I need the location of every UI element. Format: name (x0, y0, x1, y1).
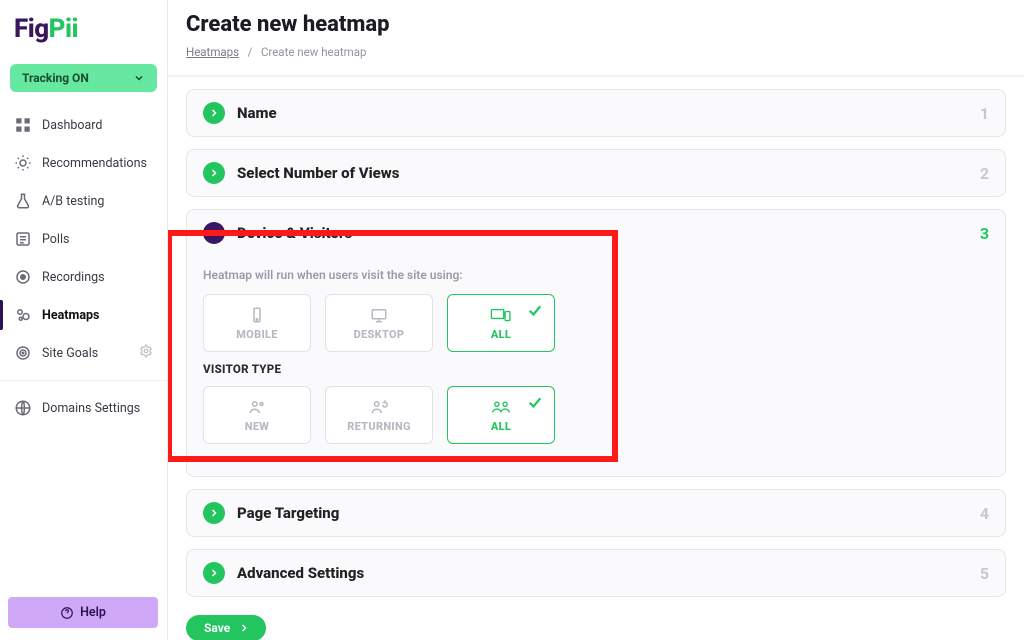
step-num: 2 (980, 164, 989, 183)
step-name[interactable]: Name 1 (186, 89, 1006, 137)
devices-icon (490, 306, 512, 324)
nav-recordings[interactable]: Recordings (0, 258, 167, 296)
device-mobile[interactable]: MOBILE (203, 294, 311, 352)
help-label: Help (80, 605, 106, 620)
check-icon (524, 301, 546, 322)
globe-icon (14, 399, 32, 417)
nav-label: Dashboard (42, 118, 102, 133)
nav-label: A/B testing (42, 194, 104, 209)
step-title: Page Targeting (237, 504, 339, 522)
chevron-right-icon (208, 507, 220, 519)
nav-site-goals[interactable]: Site Goals (0, 334, 167, 372)
chevron-down-icon (133, 72, 145, 84)
list-icon (14, 230, 32, 248)
step-views[interactable]: Select Number of Views 2 (186, 149, 1006, 197)
step-badge-complete (203, 162, 225, 184)
visitor-row: NEW RETURNING ALL (203, 386, 989, 444)
nav-ab-testing[interactable]: A/B testing (0, 182, 167, 220)
device-desktop[interactable]: DESKTOP (325, 294, 433, 352)
visitor-new[interactable]: NEW (203, 386, 311, 444)
header-divider (168, 75, 1024, 77)
nav-list: Dashboard Recommendations A/B testing Po… (0, 106, 167, 372)
nav-domains[interactable]: Domains Settings (0, 389, 167, 427)
tile-label: ALL (491, 420, 511, 433)
desktop-icon (368, 306, 390, 324)
nav-polls[interactable]: Polls (0, 220, 167, 258)
save-button[interactable]: Save (186, 615, 266, 640)
help-button[interactable]: Help (8, 597, 158, 628)
step-badge-complete (203, 102, 225, 124)
tile-label: NEW (245, 420, 269, 433)
step-num: 1 (980, 104, 989, 123)
breadcrumb-sep: / (248, 45, 253, 59)
device-hint: Heatmap will run when users visit the si… (203, 268, 989, 282)
breadcrumb: Heatmaps / Create new heatmap (186, 45, 1006, 59)
nav-heatmaps[interactable]: Heatmaps (0, 296, 167, 334)
user-new-icon (246, 398, 268, 416)
check-icon (524, 393, 546, 414)
step-badge-active (203, 222, 225, 244)
nav-label: Domains Settings (42, 401, 140, 416)
tile-label: DESKTOP (354, 328, 405, 341)
step-header[interactable]: Device & Visitors 3 (187, 210, 1005, 256)
tracking-label: Tracking ON (22, 71, 89, 85)
step-advanced[interactable]: Advanced Settings 5 (186, 549, 1006, 597)
users-icon (490, 398, 512, 416)
user-returning-icon (368, 398, 390, 416)
nav-recommendations[interactable]: Recommendations (0, 144, 167, 182)
step-device-visitors: Device & Visitors 3 Heatmap will run whe… (186, 209, 1006, 477)
step-title: Name (237, 104, 277, 122)
step-page-targeting[interactable]: Page Targeting 4 (186, 489, 1006, 537)
step-title: Advanced Settings (237, 564, 364, 582)
device-row: MOBILE DESKTOP ALL (203, 294, 989, 352)
nav-label: Recommendations (42, 156, 147, 171)
target-icon (14, 344, 32, 362)
tracking-toggle[interactable]: Tracking ON (10, 64, 157, 92)
step-body: Heatmap will run when users visit the si… (187, 256, 1005, 476)
nav-divider (0, 380, 167, 381)
nav-label: Heatmaps (42, 308, 99, 323)
page-title: Create new heatmap (186, 12, 1006, 37)
step-title: Select Number of Views (237, 164, 399, 182)
step-num: 3 (980, 224, 989, 243)
breadcrumb-current: Create new heatmap (261, 45, 367, 59)
step-badge-complete (203, 502, 225, 524)
main: Create new heatmap Heatmaps / Create new… (168, 0, 1024, 640)
nav-dashboard[interactable]: Dashboard (0, 106, 167, 144)
record-icon (14, 268, 32, 286)
dashboard-icon (14, 116, 32, 134)
chevron-down-icon (208, 227, 220, 239)
nav-label: Recordings (42, 270, 105, 285)
save-label: Save (204, 621, 230, 635)
flask-icon (14, 192, 32, 210)
visitor-all[interactable]: ALL (447, 386, 555, 444)
step-num: 5 (980, 564, 989, 583)
mobile-icon (246, 306, 268, 324)
help-icon (60, 606, 74, 620)
bulb-icon (14, 154, 32, 172)
nav-label: Site Goals (42, 346, 98, 361)
visitor-type-label: VISITOR TYPE (203, 362, 989, 376)
logo: FigPii (0, 14, 167, 58)
tile-label: RETURNING (347, 420, 411, 433)
step-badge-complete (203, 562, 225, 584)
visitor-returning[interactable]: RETURNING (325, 386, 433, 444)
nav-secondary: Domains Settings (0, 389, 167, 427)
chevron-right-icon (208, 107, 220, 119)
step-num: 4 (980, 504, 989, 523)
step-title: Device & Visitors (237, 224, 352, 242)
logo-pii: Pii (49, 14, 78, 44)
heatmap-icon (14, 306, 32, 324)
sidebar: FigPii Tracking ON Dashboard Recommendat… (0, 0, 168, 640)
logo-fig: Fig (14, 14, 49, 44)
chevron-right-icon (238, 622, 250, 634)
tile-label: MOBILE (236, 328, 278, 341)
breadcrumb-root[interactable]: Heatmaps (186, 45, 239, 59)
gear-icon[interactable] (139, 344, 153, 362)
nav-label: Polls (42, 232, 69, 247)
device-all[interactable]: ALL (447, 294, 555, 352)
chevron-right-icon (208, 167, 220, 179)
tile-label: ALL (491, 328, 511, 341)
chevron-right-icon (208, 567, 220, 579)
